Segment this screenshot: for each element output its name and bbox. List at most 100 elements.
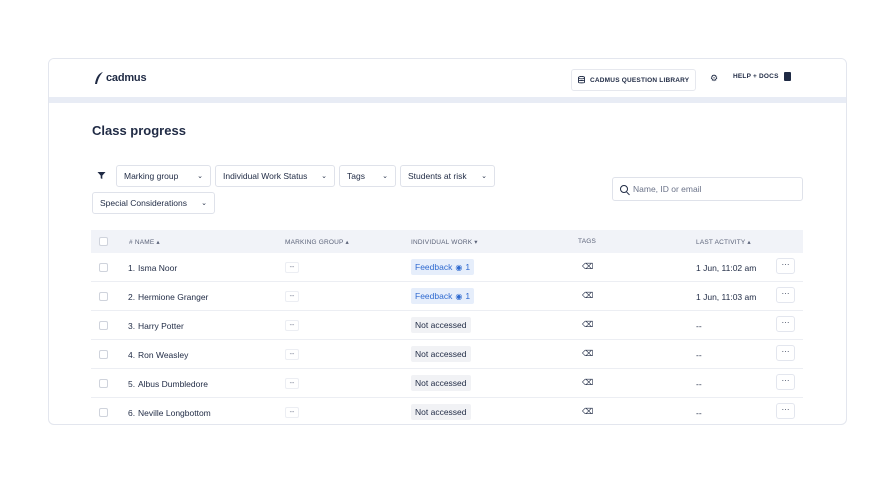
eye-icon: ◉ — [455, 262, 463, 272]
students-at-risk-filter[interactable]: Students at risk ⌄ — [400, 165, 495, 187]
select-all-checkbox[interactable] — [99, 237, 108, 246]
tag-icon[interactable]: ⌫ — [582, 407, 593, 416]
table-row[interactable]: 2. Hermione Granger -- Feedback ◉ 1 ⌫ 1 J… — [91, 282, 803, 311]
individual-work-status-label: Not accessed — [415, 349, 467, 359]
individual-work-status-badge[interactable]: Feedback ◉ 1 — [411, 259, 475, 275]
row-checkbox[interactable] — [99, 292, 108, 301]
last-activity: 1 Jun, 11:02 am — [696, 263, 757, 273]
question-library-label: CADMUS QUESTION LIBRARY — [590, 76, 690, 84]
student-name[interactable]: Albus Dumbledore — [138, 379, 208, 389]
student-name[interactable]: Isma Noor — [138, 263, 177, 273]
individual-work-status-badge[interactable]: Not accessed — [411, 346, 471, 362]
marking-group-value: -- — [285, 349, 299, 360]
search-box[interactable] — [612, 177, 803, 201]
marking-group-value: -- — [285, 291, 299, 302]
table-row[interactable]: 1. Isma Noor -- Feedback ◉ 1 ⌫ 1 Jun, 11:… — [91, 253, 803, 282]
more-options-button[interactable]: ··· — [776, 258, 795, 274]
student-name[interactable]: Ron Weasley — [138, 350, 188, 360]
column-header-name[interactable]: # NAME ▴ — [129, 238, 160, 246]
individual-work-status-badge[interactable]: Feedback ◉ 1 — [411, 288, 475, 304]
student-index: 4. — [128, 350, 136, 360]
more-options-button[interactable]: ··· — [776, 287, 795, 303]
chevron-down-icon: ⌄ — [201, 200, 207, 207]
table-row[interactable]: 6. Neville Longbottom -- Not accessed ⌫ … — [91, 398, 803, 424]
more-options-button[interactable]: ··· — [776, 345, 795, 361]
special-considerations-filter-label: Special Considerations — [100, 198, 187, 208]
student-name[interactable]: Harry Potter — [138, 321, 184, 331]
tag-icon[interactable]: ⌫ — [582, 349, 593, 358]
tag-icon[interactable]: ⌫ — [582, 291, 593, 300]
chevron-down-icon: ⌄ — [321, 173, 327, 180]
column-header-marking-group-label: MARKING GROUP — [285, 239, 344, 246]
gear-icon[interactable]: ⚙ — [709, 73, 719, 83]
eye-icon: ◉ — [455, 291, 463, 301]
marking-group-filter-label: Marking group — [124, 171, 179, 181]
student-index: 5. — [128, 379, 136, 389]
student-index: 1. — [128, 263, 136, 273]
individual-work-status-label: Not accessed — [415, 407, 467, 417]
table-header: # NAME ▴ MARKING GROUP ▴ INDIVIDUAL WORK… — [91, 230, 803, 253]
logo[interactable]: cadmus — [94, 71, 147, 85]
book-icon — [783, 72, 791, 81]
individual-work-status-label: Feedback — [415, 291, 453, 301]
app-window: cadmus CADMUS QUESTION LIBRARY ⚙ HELP + … — [48, 58, 847, 425]
row-checkbox[interactable] — [99, 379, 108, 388]
column-header-tags: TAGS — [578, 238, 597, 245]
individual-work-status-label: Not accessed — [415, 378, 467, 388]
table-row[interactable]: 3. Harry Potter -- Not accessed ⌫ -- ··· — [91, 311, 803, 340]
individual-work-status-label: Not accessed — [415, 320, 467, 330]
search-icon — [620, 185, 628, 193]
individual-work-status-label: Feedback — [415, 262, 453, 272]
marking-group-filter[interactable]: Marking group ⌄ — [116, 165, 211, 187]
more-options-button[interactable]: ··· — [776, 316, 795, 332]
more-options-button[interactable]: ··· — [776, 374, 795, 390]
filter-icon[interactable] — [97, 171, 106, 182]
column-header-marking-group[interactable]: MARKING GROUP ▴ — [285, 238, 349, 246]
special-considerations-filter[interactable]: Special Considerations ⌄ — [92, 192, 215, 214]
database-icon — [578, 76, 585, 84]
student-index: 6. — [128, 408, 136, 418]
last-activity: 1 Jun, 11:03 am — [696, 292, 757, 302]
chevron-down-icon: ⌄ — [481, 173, 487, 180]
last-activity: -- — [696, 321, 702, 331]
individual-work-status-badge[interactable]: Not accessed — [411, 404, 471, 420]
student-name[interactable]: Neville Longbottom — [138, 408, 211, 418]
chevron-down-icon: ⌄ — [382, 173, 388, 180]
last-activity: -- — [696, 408, 702, 418]
tag-icon[interactable]: ⌫ — [582, 378, 593, 387]
marking-group-value: -- — [285, 320, 299, 331]
students-at-risk-filter-label: Students at risk — [408, 171, 467, 181]
question-library-button[interactable]: CADMUS QUESTION LIBRARY — [571, 69, 697, 91]
individual-work-status-badge[interactable]: Not accessed — [411, 317, 471, 333]
top-bar: cadmus CADMUS QUESTION LIBRARY ⚙ HELP + … — [49, 59, 846, 97]
column-header-name-label: # NAME — [129, 239, 155, 246]
row-checkbox[interactable] — [99, 321, 108, 330]
column-header-last-activity-label: LAST ACTIVITY — [696, 239, 746, 246]
table-row[interactable]: 4. Ron Weasley -- Not accessed ⌫ -- ··· — [91, 340, 803, 369]
column-header-individual-work[interactable]: INDIVIDUAL WORK ▾ — [411, 238, 478, 246]
column-header-individual-work-label: INDIVIDUAL WORK — [411, 239, 473, 246]
help-docs-link[interactable]: HELP + DOCS — [733, 72, 791, 81]
feedback-view-count: 1 — [465, 262, 471, 272]
row-checkbox[interactable] — [99, 408, 108, 417]
marking-group-value: -- — [285, 407, 299, 418]
individual-work-status-badge[interactable]: Not accessed — [411, 375, 471, 391]
row-checkbox[interactable] — [99, 263, 108, 272]
tags-filter[interactable]: Tags ⌄ — [339, 165, 396, 187]
student-index: 3. — [128, 321, 136, 331]
search-input[interactable] — [633, 184, 793, 194]
column-header-last-activity[interactable]: LAST ACTIVITY ▴ — [696, 238, 751, 246]
student-name[interactable]: Hermione Granger — [138, 292, 208, 302]
last-activity: -- — [696, 350, 702, 360]
tags-filter-label: Tags — [347, 171, 365, 181]
row-checkbox[interactable] — [99, 350, 108, 359]
marking-group-value: -- — [285, 378, 299, 389]
table-row[interactable]: 5. Albus Dumbledore -- Not accessed ⌫ --… — [91, 369, 803, 398]
cadmus-logo-icon — [95, 72, 103, 84]
tag-icon[interactable]: ⌫ — [582, 262, 593, 271]
more-options-button[interactable]: ··· — [776, 403, 795, 419]
individual-work-status-filter[interactable]: Individual Work Status ⌄ — [215, 165, 335, 187]
tag-icon[interactable]: ⌫ — [582, 320, 593, 329]
last-activity: -- — [696, 379, 702, 389]
help-docs-label: HELP + DOCS — [733, 73, 779, 80]
